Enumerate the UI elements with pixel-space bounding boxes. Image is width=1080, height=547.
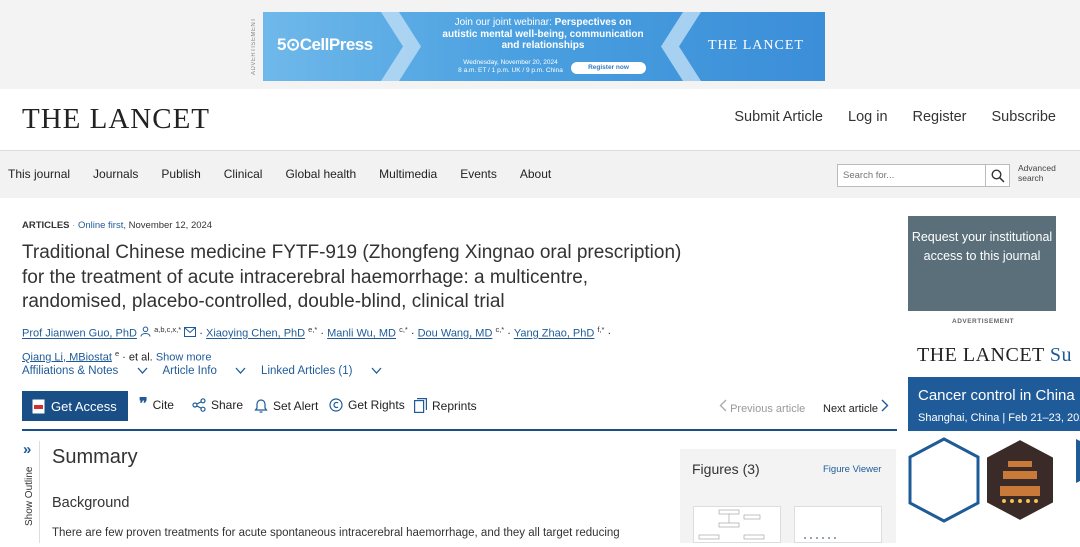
get-access-button[interactable]: Get Access [22,391,128,421]
institutional-access-button[interactable]: Request your institutional access to thi… [908,216,1056,311]
ad-headline: Join our joint webinar: Perspectives on … [442,17,644,51]
advertisement-label: ADVERTISEMENT [952,318,1015,325]
search-box [837,164,1010,187]
article-title: Traditional Chinese medicine FYTF-919 (Z… [22,242,682,312]
figure-thumbnail[interactable] [794,506,882,543]
nav-item-this-journal[interactable]: This journal [8,167,70,181]
figures-title: Figures (3) [692,461,760,477]
advertisement-label: ADVERTISEMENT [251,17,257,75]
background-heading: Background [52,495,130,511]
copyright-icon [329,398,343,412]
online-first-link[interactable]: Online first, [78,220,126,231]
site-logo[interactable]: THE LANCET [22,103,210,136]
author-link[interactable]: Qiang Li, MBiostat [22,351,112,363]
nav-item-global-health[interactable]: Global health [285,167,356,181]
quote-icon: ❞ [139,396,148,413]
submit-article-link[interactable]: Submit Article [734,109,823,125]
next-article-link[interactable]: Next article [823,399,889,415]
bell-icon [254,399,268,413]
author-link[interactable]: Xiaoying Chen, PhD [206,328,305,340]
double-chevron-right-icon: » [23,441,32,458]
article-actions: Get Access ❞ Cite Share Set Alert Get Ri… [22,391,897,431]
nav-item-journals[interactable]: Journals [93,167,138,181]
subscribe-link[interactable]: Subscribe [992,109,1056,125]
set-alert-button[interactable]: Set Alert [254,398,318,413]
cite-button[interactable]: ❞ Cite [139,396,174,413]
search-icon [990,168,1005,183]
cancer-ad-title: Cancer control in China [918,387,1075,404]
cellpress-logo: 5⊙CellPress [277,35,373,54]
article-date: November 12, 2024 [128,220,213,231]
plot-thumbnail-image [804,537,836,539]
email-icon[interactable] [184,326,197,337]
hexagon-photo-collage-image [908,437,1080,523]
author-link[interactable]: Yang Zhao, PhD [514,328,595,340]
nav-item-multimedia[interactable]: Multimedia [379,167,437,181]
register-now-button[interactable]: Register now [571,62,646,74]
article-meta: ARTICLES · Online first, November 12, 20… [22,220,213,231]
top-ad-area: ADVERTISEMENT 5⊙CellPress Join our joint… [0,0,1080,89]
register-link[interactable]: Register [913,109,967,125]
header-links: Submit Article Log in Register Subscribe [734,109,1056,125]
article-info-toggle[interactable]: Article Info [163,365,247,377]
chevron-left-icon [719,399,727,412]
show-more-authors-link[interactable]: Show more [156,351,212,363]
login-link[interactable]: Log in [848,109,888,125]
flowchart-thumbnail-image [698,509,765,540]
figure-thumbnail[interactable] [693,506,781,543]
site-header: THE LANCET Submit Article Log in Registe… [0,89,1080,151]
author-link[interactable]: Dou Wang, MD [418,328,493,340]
lancet-summit-logo: THE LANCET Su [917,344,1073,366]
show-outline-label: Show Outline [24,467,35,527]
ad-image [908,431,1080,543]
get-rights-button[interactable]: Get Rights [329,398,405,412]
chevron-down-icon [137,367,147,374]
person-icon[interactable] [140,326,151,337]
figure-viewer-link[interactable]: Figure Viewer [823,464,881,475]
share-icon [192,398,206,412]
nav-item-clinical[interactable]: Clinical [224,167,263,181]
previous-article-link[interactable]: Previous article [719,399,805,415]
nav-item-about[interactable]: About [520,167,551,181]
advanced-search-link[interactable]: Advanced search [1018,163,1056,183]
nav-items: This journal Journals Publish Clinical G… [8,167,574,181]
chevron-right-decor-icon [381,12,421,81]
ad-banner[interactable]: 5⊙CellPress Join our joint webinar: Pers… [263,12,825,81]
chevron-down-icon [235,367,246,374]
search-button[interactable] [985,165,1009,186]
chevron-down-icon [371,367,382,374]
background-text: There are few proven treatments for acut… [52,527,620,539]
author-link[interactable]: Manli Wu, MD [327,328,396,340]
author-list: Prof Jianwen Guo, PhD a,b,c,x,* · Xiaoyi… [22,325,612,364]
share-button[interactable]: Share [192,398,243,412]
cancer-ad-subtitle: Shanghai, China | Feb 21–23, 2025 [918,412,1080,424]
et-al: et al. [128,351,153,364]
show-outline-toggle[interactable]: » Show Outline [22,441,40,543]
summary-heading: Summary [52,446,138,468]
document-icon [414,398,427,413]
affiliations-toggle[interactable]: Affiliations & Notes [22,365,148,377]
author-link[interactable]: Prof Jianwen Guo, PhD [22,328,137,340]
linked-articles-toggle[interactable]: Linked Articles (1) [261,365,382,377]
pdf-icon [32,399,45,413]
reprints-button[interactable]: Reprints [414,398,477,413]
figures-panel: Figures (3) Figure Viewer [680,449,896,543]
nav-item-events[interactable]: Events [460,167,497,181]
chevron-left-decor-icon [661,12,701,81]
chevron-right-icon [881,399,889,412]
article-type: ARTICLES [22,220,70,231]
search-input[interactable] [838,165,984,186]
nav-item-publish[interactable]: Publish [161,167,200,181]
article-info-links: Affiliations & Notes Article Info Linked… [22,365,397,377]
cancer-control-ad[interactable]: Cancer control in China Shanghai, China … [908,377,1080,543]
ad-partner-logo: THE LANCET [708,38,804,53]
